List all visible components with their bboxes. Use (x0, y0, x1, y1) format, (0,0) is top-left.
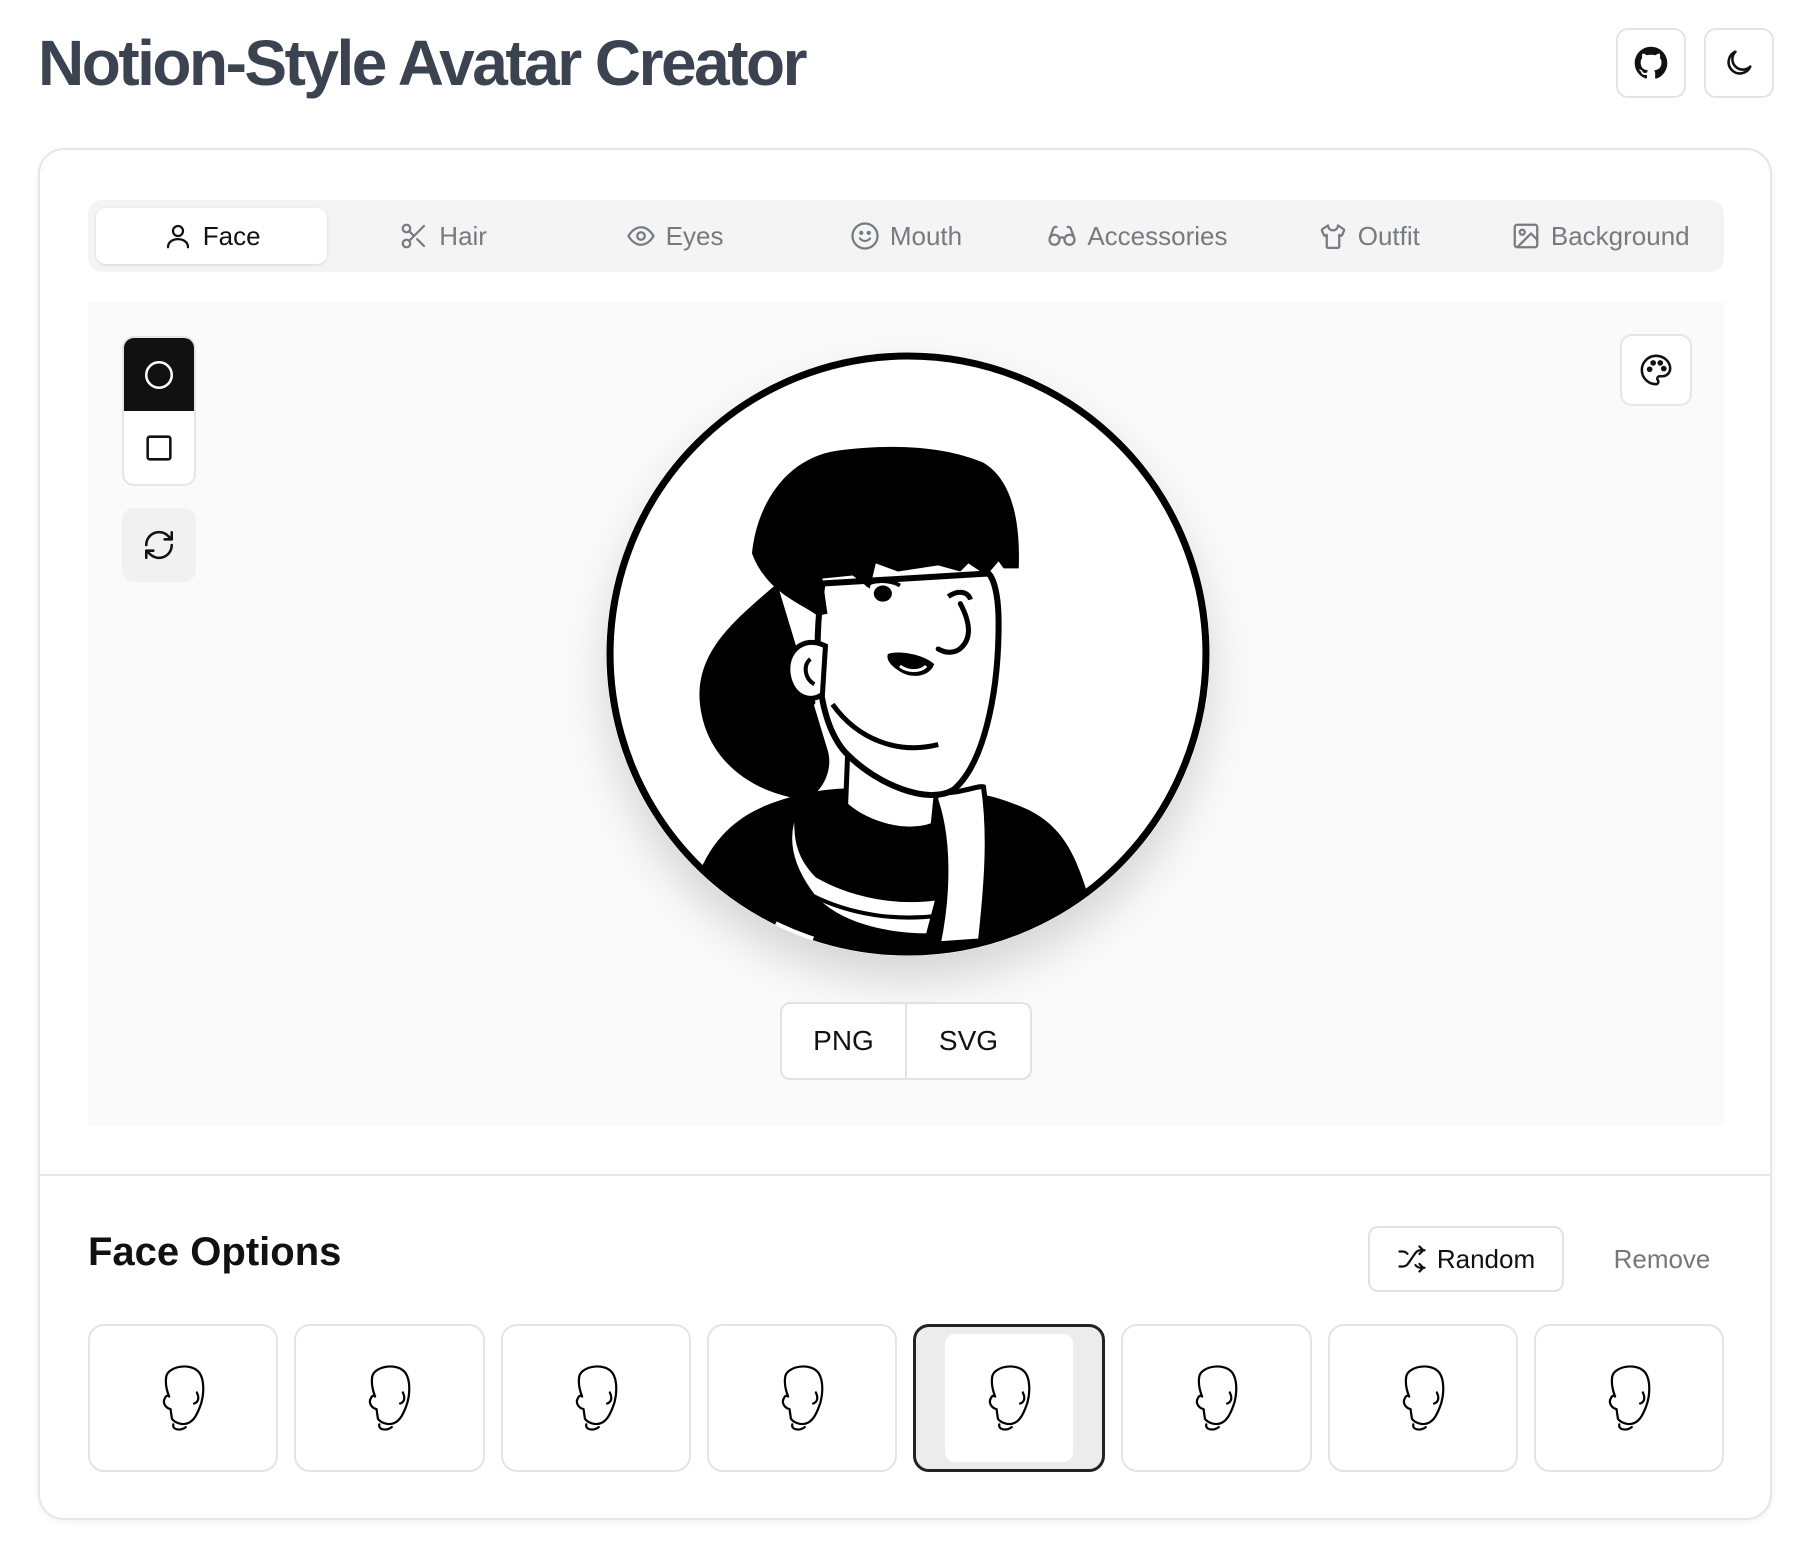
remove-button[interactable]: Remove (1596, 1226, 1728, 1292)
export-png-button[interactable]: PNG (782, 1004, 905, 1078)
face-option-thumb (738, 1334, 866, 1462)
user-icon (166, 224, 189, 249)
face-option-5[interactable] (913, 1324, 1106, 1472)
github-icon (1634, 46, 1668, 79)
tab-label: Hair (439, 220, 487, 251)
circle-icon (144, 360, 174, 389)
face-thumbnail-icon (1608, 1365, 1651, 1431)
face-option-4[interactable] (706, 1324, 897, 1472)
tab-label: Background (1550, 220, 1690, 251)
eye-icon (626, 226, 655, 246)
avatar-preview (606, 352, 1210, 956)
color-palette-button[interactable] (1620, 334, 1692, 406)
face-option-2[interactable] (294, 1324, 485, 1472)
face-option-thumb (1565, 1334, 1693, 1462)
face-thumbnail-icon (575, 1365, 617, 1431)
face-option-thumb (945, 1334, 1074, 1462)
page-title: Notion-Style Avatar Creator (38, 27, 808, 99)
face-thumbnail-icon (162, 1365, 205, 1431)
face-thumbnail-icon (1402, 1365, 1444, 1431)
export-svg-button[interactable]: SVG (905, 1004, 1030, 1078)
moon-icon (1727, 50, 1752, 75)
editor-card: Face Hair Eyes Mouth Accessories Outfit … (38, 148, 1772, 1520)
square-shape-button[interactable] (124, 411, 194, 484)
face-options-grid (88, 1324, 1724, 1474)
theme-toggle-button[interactable] (1704, 28, 1774, 98)
tab-background[interactable]: Background (1485, 208, 1716, 264)
section-divider (40, 1174, 1770, 1176)
face-option-thumb (1359, 1334, 1487, 1462)
tab-label: Face (202, 220, 261, 251)
refresh-icon (144, 530, 174, 560)
tab-label: Accessories (1087, 220, 1228, 251)
avatar-preview-stage: PNG SVG (88, 302, 1724, 1126)
category-tabs: Face Hair Eyes Mouth Accessories Outfit … (88, 200, 1724, 272)
tab-mouth[interactable]: Mouth (790, 208, 1021, 264)
random-label: Random (1436, 1243, 1536, 1274)
face-option-6[interactable] (1121, 1324, 1312, 1472)
face-thumbnail-icon (1196, 1365, 1238, 1431)
random-button[interactable]: Random (1368, 1226, 1564, 1292)
tab-eyes[interactable]: Eyes (559, 208, 790, 264)
face-option-thumb (532, 1334, 660, 1462)
tab-label: Outfit (1357, 220, 1420, 251)
tab-hair[interactable]: Hair (327, 208, 558, 264)
face-option-thumb (119, 1334, 247, 1462)
export-group: PNG SVG (780, 1002, 1032, 1080)
face-option-8[interactable] (1533, 1324, 1724, 1472)
tab-outfit[interactable]: Outfit (1253, 208, 1484, 264)
circle-shape-button[interactable] (124, 338, 194, 411)
face-thumbnail-icon (369, 1365, 411, 1431)
face-thumbnail-icon (781, 1365, 824, 1431)
tab-label: Eyes (665, 220, 724, 251)
face-thumbnail-icon (988, 1365, 1031, 1431)
face-option-1[interactable] (88, 1324, 279, 1472)
face-option-thumb (1152, 1334, 1280, 1462)
image-icon (1513, 223, 1539, 249)
face-option-thumb (325, 1334, 453, 1462)
avatar-illustration (606, 352, 1210, 956)
github-button[interactable] (1616, 28, 1686, 98)
face-option-3[interactable] (500, 1324, 691, 1472)
options-title: Face Options (88, 1230, 342, 1274)
face-option-7[interactable] (1327, 1324, 1518, 1472)
shape-toggle (122, 336, 196, 486)
tab-accessories[interactable]: Accessories (1022, 208, 1253, 264)
smile-icon (851, 222, 879, 250)
shuffle-icon (1398, 1245, 1426, 1273)
shirt-icon (1320, 224, 1345, 249)
palette-icon (1640, 354, 1672, 386)
scissors-icon (401, 223, 426, 249)
refresh-button[interactable] (122, 508, 196, 582)
square-icon (146, 434, 172, 461)
glasses-icon (1048, 225, 1076, 246)
tab-label: Mouth (889, 220, 963, 251)
tab-face[interactable]: Face (96, 208, 328, 264)
